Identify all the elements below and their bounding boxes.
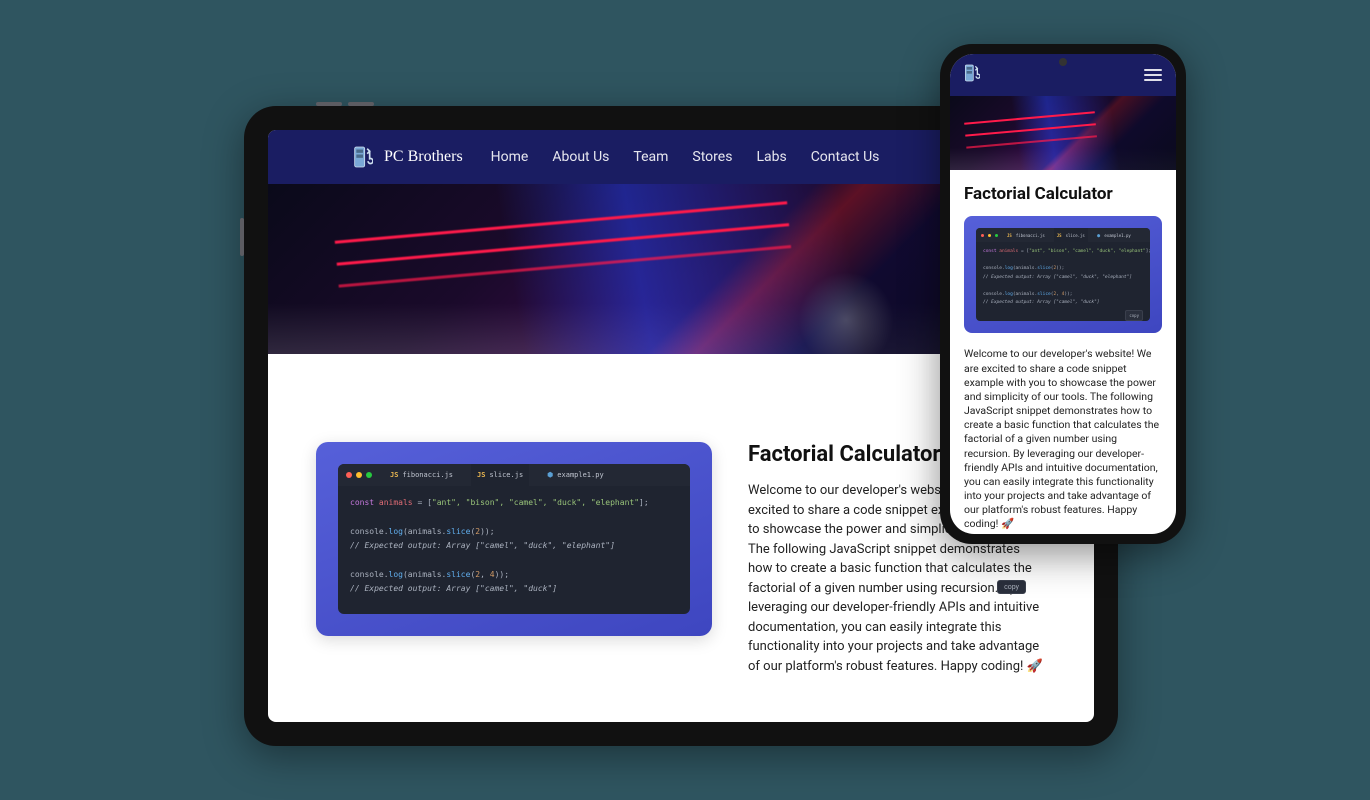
phone-screen: Factorial Calculator JSfibonacci.js JSsl…	[950, 54, 1176, 534]
nav-home[interactable]: Home	[491, 149, 529, 165]
phone-device: Factorial Calculator JSfibonacci.js JSsl…	[940, 44, 1186, 544]
tab-example1[interactable]: ⬢example1.py	[541, 464, 609, 486]
tab-slice[interactable]: JSslice.js	[1054, 228, 1088, 242]
editor-body: const animals = ["ant", "bison", "camel"…	[976, 242, 1150, 314]
minimize-dot-icon	[988, 234, 991, 237]
phone-hero-image	[950, 96, 1176, 170]
code-line: const animals = ["ant", "bison", "camel"…	[983, 248, 1143, 257]
code-snippet-card: JSfibonacci.js JSslice.js ⬢example1.py c…	[316, 442, 712, 636]
python-icon: ⬢	[1097, 233, 1101, 238]
code-line	[983, 282, 1143, 291]
code-line: console.log(animals.slice(2, 4));	[983, 291, 1143, 300]
rocket-icon: 🚀	[1001, 517, 1014, 531]
code-line: // Expected output: Array ["camel", "duc…	[350, 582, 678, 596]
code-line: // Expected output: Array ["camel", "duc…	[983, 274, 1143, 283]
editor-body: const animals = ["ant", "bison", "camel"…	[338, 486, 690, 607]
close-dot-icon	[981, 234, 984, 237]
tablet-hw-button	[240, 218, 244, 256]
copy-button[interactable]: copy	[997, 580, 1026, 594]
code-editor: JSfibonacci.js JSslice.js ⬢example1.py c…	[976, 228, 1150, 321]
nav-about-us[interactable]: About Us	[552, 149, 609, 165]
nav-links: Home About Us Team Stores Labs Contact U…	[491, 149, 880, 165]
window-controls	[346, 472, 372, 478]
phone-camera-icon	[1059, 58, 1067, 66]
editor-tab-bar: JSfibonacci.js JSslice.js ⬢example1.py	[976, 228, 1150, 242]
code-line: console.log(animals.slice(2));	[350, 525, 678, 539]
maximize-dot-icon	[366, 472, 372, 478]
tab-fibonacci[interactable]: JSfibonacci.js	[384, 464, 459, 486]
hamburger-menu-icon[interactable]	[1144, 69, 1162, 81]
code-line: console.log(animals.slice(2));	[983, 265, 1143, 274]
python-icon: ⬢	[547, 471, 553, 479]
code-line	[350, 554, 678, 568]
minimize-dot-icon	[356, 472, 362, 478]
code-editor: JSfibonacci.js JSslice.js ⬢example1.py c…	[338, 464, 690, 614]
brand-logo-icon[interactable]	[964, 63, 980, 87]
tab-fibonacci[interactable]: JSfibonacci.js	[1004, 228, 1048, 242]
code-line	[350, 510, 678, 524]
maximize-dot-icon	[995, 234, 998, 237]
editor-tab-bar: JSfibonacci.js JSslice.js ⬢example1.py	[338, 464, 690, 486]
tab-slice[interactable]: JSslice.js	[471, 464, 529, 486]
brand[interactable]: PC Brothers	[352, 144, 463, 170]
code-line: // Expected output: Array ["camel", "duc…	[983, 299, 1143, 308]
rocket-icon: 🚀	[1027, 657, 1043, 677]
tablet-hw-button	[316, 102, 342, 106]
tab-example1[interactable]: ⬢example1.py	[1094, 228, 1134, 242]
nav-contact-us[interactable]: Contact Us	[811, 149, 880, 165]
nav-team[interactable]: Team	[633, 149, 668, 165]
close-dot-icon	[346, 472, 352, 478]
code-line: console.log(animals.slice(2, 4));	[350, 568, 678, 582]
code-line	[983, 257, 1143, 266]
brand-name: PC Brothers	[384, 148, 463, 166]
copy-button[interactable]: copy	[1125, 310, 1143, 322]
nav-stores[interactable]: Stores	[692, 149, 732, 165]
code-line: // Expected output: Array ["camel", "duc…	[350, 539, 678, 553]
brand-logo-icon	[352, 144, 374, 170]
tablet-hw-button	[348, 102, 374, 106]
code-line: const animals = ["ant", "bison", "camel"…	[350, 496, 678, 510]
window-controls	[981, 234, 998, 237]
code-snippet-card: JSfibonacci.js JSslice.js ⬢example1.py c…	[964, 216, 1162, 333]
phone-content: Factorial Calculator JSfibonacci.js JSsl…	[950, 170, 1176, 534]
nav-labs[interactable]: Labs	[756, 149, 786, 165]
article-title: Factorial Calculator	[964, 184, 1162, 204]
article-body: Welcome to our developer's website! We a…	[964, 347, 1162, 531]
